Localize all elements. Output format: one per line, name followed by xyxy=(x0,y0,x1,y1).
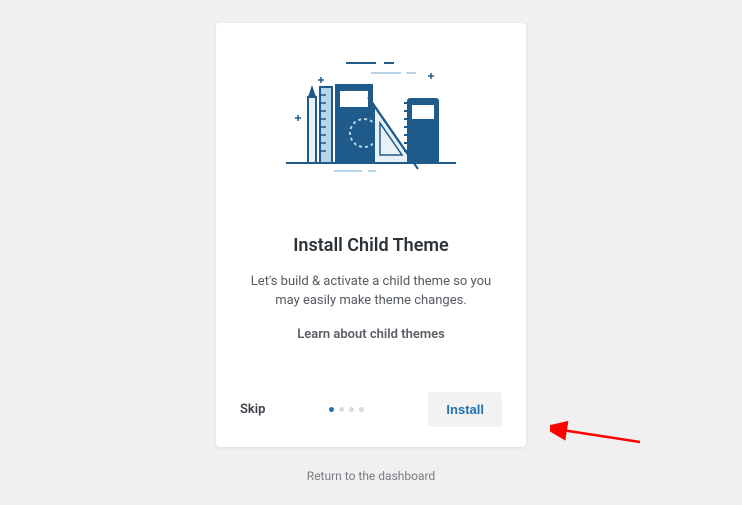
annotation-arrow-icon xyxy=(550,412,650,452)
design-tools-illustration xyxy=(276,55,466,175)
step-dot-2 xyxy=(339,407,344,412)
card-title: Install Child Theme xyxy=(293,235,448,256)
onboarding-card: Install Child Theme Let's build & activa… xyxy=(216,23,526,447)
card-footer: Skip Install xyxy=(240,392,502,427)
learn-more-link[interactable]: Learn about child themes xyxy=(297,327,445,342)
return-dashboard-link[interactable]: Return to the dashboard xyxy=(307,469,435,483)
step-dot-3 xyxy=(349,407,354,412)
step-dot-4 xyxy=(359,407,364,412)
install-button[interactable]: Install xyxy=(428,392,502,427)
card-description: Let's build & activate a child theme so … xyxy=(240,272,502,311)
step-dot-1 xyxy=(329,407,334,412)
step-indicator xyxy=(329,407,364,412)
skip-button[interactable]: Skip xyxy=(240,402,266,417)
